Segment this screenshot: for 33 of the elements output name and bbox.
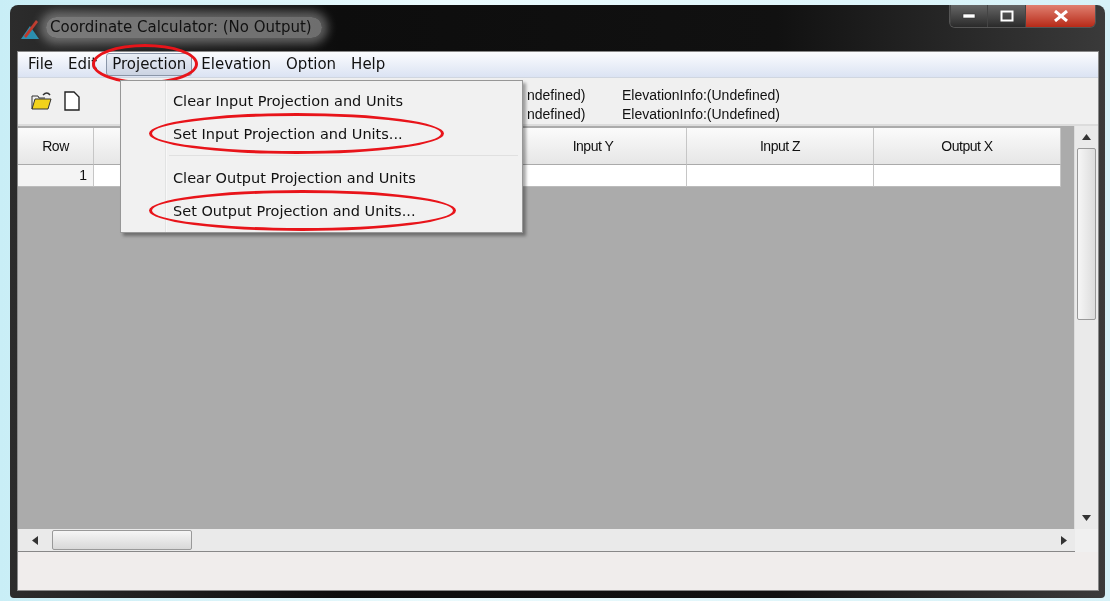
row-header: 1 [18, 165, 94, 187]
maximize-button[interactable] [987, 5, 1025, 27]
menu-item[interactable]: Help [345, 53, 392, 76]
open-folder-icon[interactable] [31, 91, 53, 111]
horizontal-scrollbar[interactable] [18, 529, 1075, 552]
maximize-icon [999, 10, 1014, 22]
window-title: Coordinate Calculator: (No Output) [46, 17, 322, 38]
minimize-icon [962, 13, 976, 19]
info-text: ndefined) [527, 86, 587, 105]
column-header[interactable]: Input Z [687, 128, 874, 165]
info-text: ElevationInfo:(Undefined) [622, 105, 780, 124]
minimize-button[interactable] [950, 5, 987, 27]
scrollbar-thumb[interactable] [52, 530, 192, 550]
info-text: ElevationInfo:(Undefined) [622, 86, 780, 105]
scroll-right-icon[interactable] [1061, 535, 1067, 545]
close-button[interactable] [1025, 5, 1095, 27]
menu-item[interactable]: Elevation [195, 53, 278, 76]
scroll-left-icon[interactable] [32, 535, 38, 545]
app-icon [20, 18, 40, 40]
scrollbar-thumb[interactable] [1077, 148, 1096, 320]
menu-item[interactable]: Clear Input Projection and Units [123, 84, 520, 117]
vertical-scrollbar[interactable] [1074, 126, 1098, 529]
close-icon [1052, 10, 1069, 22]
new-document-icon[interactable] [64, 91, 80, 111]
menu-item[interactable]: Projection [106, 53, 193, 76]
scroll-up-icon[interactable] [1082, 134, 1091, 140]
scroll-down-icon[interactable] [1082, 515, 1091, 521]
menu-item[interactable]: Set Output Projection and Units... [123, 194, 520, 227]
info-text: ndefined) [527, 105, 587, 124]
column-header[interactable]: Row [18, 128, 94, 165]
menu-item[interactable]: File [22, 53, 60, 76]
column-header[interactable]: Output X [874, 128, 1061, 165]
menu-item[interactable]: Option [280, 53, 343, 76]
